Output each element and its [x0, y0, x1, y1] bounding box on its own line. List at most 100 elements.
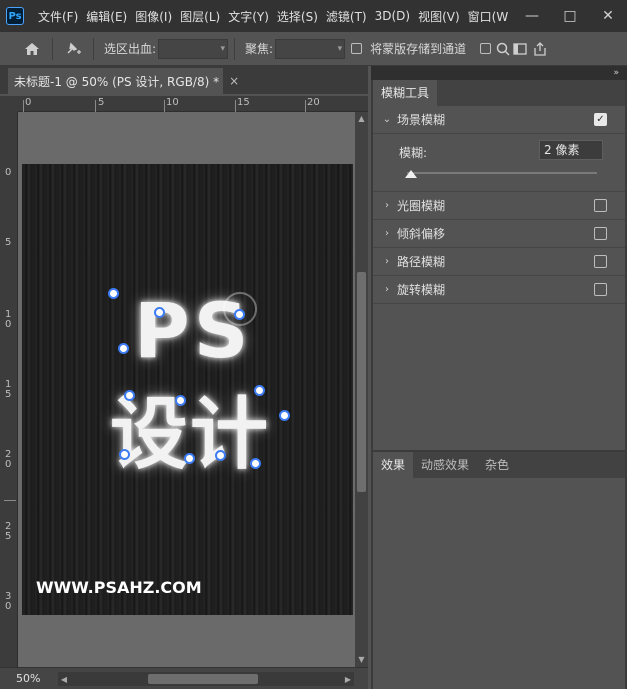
- blur-amount-label: 模糊:: [399, 146, 428, 160]
- horizontal-ruler[interactable]: 0 5 10 15 20: [18, 96, 368, 112]
- blur-pin[interactable]: [118, 343, 129, 354]
- divider: [52, 37, 53, 60]
- zoom-level[interactable]: 50%: [16, 672, 50, 685]
- vertical-scroll-thumb[interactable]: [357, 272, 366, 492]
- blur-pin[interactable]: [279, 410, 290, 421]
- horizontal-scrollbar[interactable]: ◀ ▶: [58, 672, 354, 686]
- ruler-line: [4, 500, 16, 501]
- blur-pin[interactable]: [184, 453, 195, 464]
- save-mask-checkbox[interactable]: [351, 43, 363, 54]
- chevron-right-icon[interactable]: ›: [377, 200, 397, 211]
- iris-blur-row[interactable]: › 光圈模糊: [373, 192, 625, 220]
- spin-blur-checkbox[interactable]: [594, 283, 607, 296]
- chevron-down-icon: ▾: [337, 43, 343, 54]
- right-panel-dock: » 模糊工具 ⌄ 场景模糊 ✓ 模糊: 2 像素 › 光圈模糊 › 倾斜偏移 ›: [371, 66, 627, 689]
- tab-effects[interactable]: 效果: [373, 452, 414, 478]
- workspace-icon[interactable]: [511, 37, 529, 61]
- ruler-tick-label: 20: [5, 449, 12, 470]
- blur-pin[interactable]: [175, 395, 186, 406]
- search-icon[interactable]: [495, 37, 511, 61]
- ruler-tick-label: 30: [5, 591, 12, 612]
- scroll-left-icon[interactable]: ◀: [58, 672, 70, 686]
- photoshop-logo: Ps: [6, 7, 24, 25]
- menu-window[interactable]: 窗口(W: [464, 8, 513, 25]
- home-icon[interactable]: [18, 37, 46, 61]
- tilt-shift-checkbox[interactable]: [594, 227, 607, 240]
- chevron-right-icon[interactable]: ›: [377, 284, 397, 295]
- ruler-tick-label: 10: [166, 97, 179, 108]
- blur-pin[interactable]: [108, 288, 119, 299]
- blur-pin[interactable]: [250, 458, 261, 469]
- window-controls: — □ ✕: [513, 0, 627, 32]
- scroll-up-icon[interactable]: ▲: [355, 112, 368, 124]
- selection-bleed-field[interactable]: ▾: [158, 38, 229, 59]
- field-blur-row[interactable]: ⌄ 场景模糊 ✓: [373, 106, 625, 134]
- high-quality-checkbox[interactable]: [480, 43, 492, 54]
- chevron-right-icon[interactable]: ›: [377, 256, 397, 267]
- menu-filter[interactable]: 滤镜(T): [322, 8, 371, 25]
- document-tab[interactable]: 未标题-1 @ 50% (PS 设计, RGB/8) * ×: [8, 68, 239, 94]
- save-mask-label: 将蒙版存储到通道: [370, 42, 467, 56]
- blur-pin[interactable]: [119, 449, 130, 460]
- blur-pin[interactable]: [124, 390, 135, 401]
- blur-pin[interactable]: [234, 309, 245, 320]
- menu-layer[interactable]: 图层(L): [176, 8, 224, 25]
- document-canvas[interactable]: PS 设计 WWW.PSAHZ.COM: [22, 164, 353, 615]
- spin-blur-row[interactable]: › 旋转模糊: [373, 276, 625, 304]
- ruler-tick-label: 0: [25, 97, 32, 108]
- iris-blur-checkbox[interactable]: [594, 199, 607, 212]
- minimize-button[interactable]: —: [513, 0, 551, 32]
- path-blur-checkbox[interactable]: [594, 255, 607, 268]
- menu-edit[interactable]: 编辑(E): [82, 8, 131, 25]
- blur-amount-slider[interactable]: [407, 172, 597, 174]
- close-icon[interactable]: ×: [229, 74, 239, 88]
- blur-amount-slider-handle[interactable]: [405, 170, 417, 178]
- close-button[interactable]: ✕: [589, 0, 627, 32]
- menu-type[interactable]: 文字(Y): [224, 8, 273, 25]
- blur-pin[interactable]: [154, 307, 165, 318]
- document-tab-bar: 未标题-1 @ 50% (PS 设计, RGB/8) * ×: [0, 66, 368, 94]
- ruler-line: [95, 100, 96, 112]
- focus-field[interactable]: ▾: [275, 38, 346, 59]
- menu-image[interactable]: 图像(I): [131, 8, 176, 25]
- options-bar: 选区出血: ▾ 聚焦: ▾ 将蒙版存储到通道: [0, 32, 627, 66]
- blur-pin[interactable]: [254, 385, 265, 396]
- tab-blur-tools[interactable]: 模糊工具: [373, 80, 438, 106]
- menu-file[interactable]: 文件(F): [34, 8, 82, 25]
- vertical-scrollbar[interactable]: ▲ ▼: [355, 112, 368, 667]
- ruler-tick-label: 15: [237, 97, 250, 108]
- horizontal-scroll-thumb[interactable]: [148, 674, 258, 684]
- maximize-button[interactable]: □: [551, 0, 589, 32]
- scroll-right-icon[interactable]: ▶: [342, 672, 354, 686]
- document-tab-title: 未标题-1 @ 50% (PS 设计, RGB/8) *: [14, 74, 220, 89]
- collapse-panels-button[interactable]: »: [371, 66, 627, 80]
- vertical-ruler[interactable]: 0 5 10 15 20 25 30: [0, 112, 18, 667]
- menu-select[interactable]: 选择(S): [273, 8, 322, 25]
- path-blur-row[interactable]: › 路径模糊: [373, 248, 625, 276]
- canvas-watermark: WWW.PSAHZ.COM: [36, 578, 202, 597]
- ruler-line: [305, 100, 306, 112]
- ruler-tick-label: 10: [5, 309, 12, 330]
- scroll-down-icon[interactable]: ▼: [355, 653, 368, 665]
- ruler-tick-label: 25: [5, 521, 12, 542]
- blur-pin[interactable]: [215, 450, 226, 461]
- menu-view[interactable]: 视图(V): [414, 8, 464, 25]
- tab-motion-effects[interactable]: 动感效果: [413, 452, 478, 478]
- pin-tool-icon[interactable]: [59, 37, 87, 61]
- double-chevron-right-icon: »: [613, 68, 619, 78]
- field-blur-settings: 模糊: 2 像素: [373, 134, 625, 192]
- menu-3d[interactable]: 3D(D): [371, 9, 414, 23]
- ruler-tick-label: 5: [5, 237, 12, 248]
- tilt-shift-row[interactable]: › 倾斜偏移: [373, 220, 625, 248]
- tab-noise[interactable]: 杂色: [477, 452, 518, 478]
- field-blur-label: 场景模糊: [397, 113, 446, 127]
- canvas-workspace[interactable]: PS 设计 WWW.PSAHZ.COM: [18, 112, 355, 667]
- share-icon[interactable]: [529, 37, 551, 61]
- chevron-down-icon[interactable]: ⌄: [377, 114, 397, 125]
- blur-amount-input[interactable]: 2 像素: [539, 140, 603, 160]
- chevron-right-icon[interactable]: ›: [377, 228, 397, 239]
- blur-tools-panel: 模糊工具 ⌄ 场景模糊 ✓ 模糊: 2 像素 › 光圈模糊 › 倾斜偏移 › 路…: [373, 80, 625, 450]
- ruler-tick-label: 15: [5, 379, 12, 400]
- field-blur-checkbox[interactable]: ✓: [594, 113, 607, 126]
- effects-panel: 效果 动感效果 杂色: [373, 452, 625, 689]
